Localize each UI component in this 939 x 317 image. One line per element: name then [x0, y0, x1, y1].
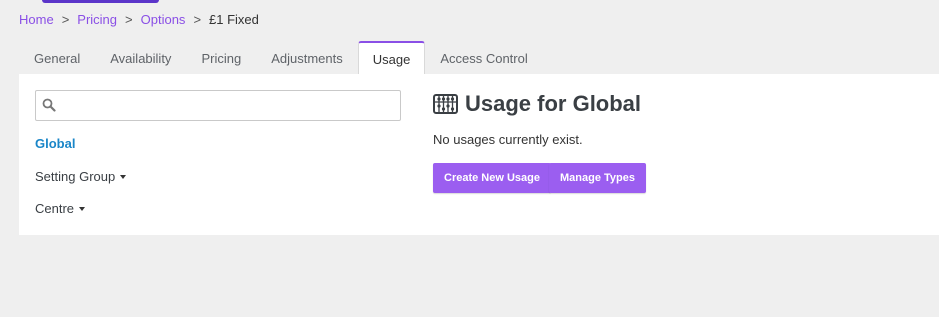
tab-bar: General Availability Pricing Adjustments…: [19, 41, 543, 74]
tab-general[interactable]: General: [19, 41, 95, 74]
breadcrumb-home[interactable]: Home: [19, 12, 54, 27]
manage-types-button[interactable]: Manage Types: [549, 163, 646, 193]
page-title: Usage for Global: [465, 91, 642, 116]
breadcrumb-separator: >: [125, 11, 133, 27]
search-input[interactable]: [60, 91, 394, 120]
abacus-icon: [433, 94, 458, 114]
sidebar-item-label: Centre: [35, 201, 75, 216]
search-icon: [42, 98, 56, 112]
tab-pricing[interactable]: Pricing: [186, 41, 256, 74]
breadcrumb-current: £1 Fixed: [209, 11, 259, 27]
usage-panel: Global Setting Group Centre Usage for Gl…: [19, 74, 939, 235]
breadcrumb-separator: >: [61, 11, 70, 27]
breadcrumb-separator: >: [193, 11, 202, 27]
sidebar-item-label: Setting Group: [35, 169, 116, 184]
empty-state-message: No usages currently exist.: [433, 132, 583, 147]
create-new-usage-button[interactable]: Create New Usage: [433, 163, 551, 193]
tab-usage[interactable]: Usage: [357, 41, 426, 74]
page-title-row: Usage for Global: [433, 91, 641, 117]
sidebar-item-setting-group[interactable]: Setting Group: [35, 169, 127, 184]
breadcrumb-options[interactable]: Options: [141, 12, 186, 27]
search-box: [35, 90, 401, 121]
sidebar-item-centre[interactable]: Centre: [35, 201, 86, 216]
sidebar-item-global[interactable]: Global: [35, 136, 75, 151]
tab-availability[interactable]: Availability: [95, 41, 186, 74]
tab-access-control[interactable]: Access Control: [425, 41, 542, 74]
breadcrumb-pricing[interactable]: Pricing: [77, 12, 117, 27]
caret-down-icon: [120, 174, 127, 179]
tab-adjustments[interactable]: Adjustments: [256, 41, 358, 74]
top-accent-bar: [42, 0, 159, 3]
sidebar-item-label: Global: [35, 136, 76, 151]
caret-down-icon: [79, 206, 86, 211]
breadcrumb: Home > Pricing > Options > £1 Fixed: [19, 10, 259, 28]
